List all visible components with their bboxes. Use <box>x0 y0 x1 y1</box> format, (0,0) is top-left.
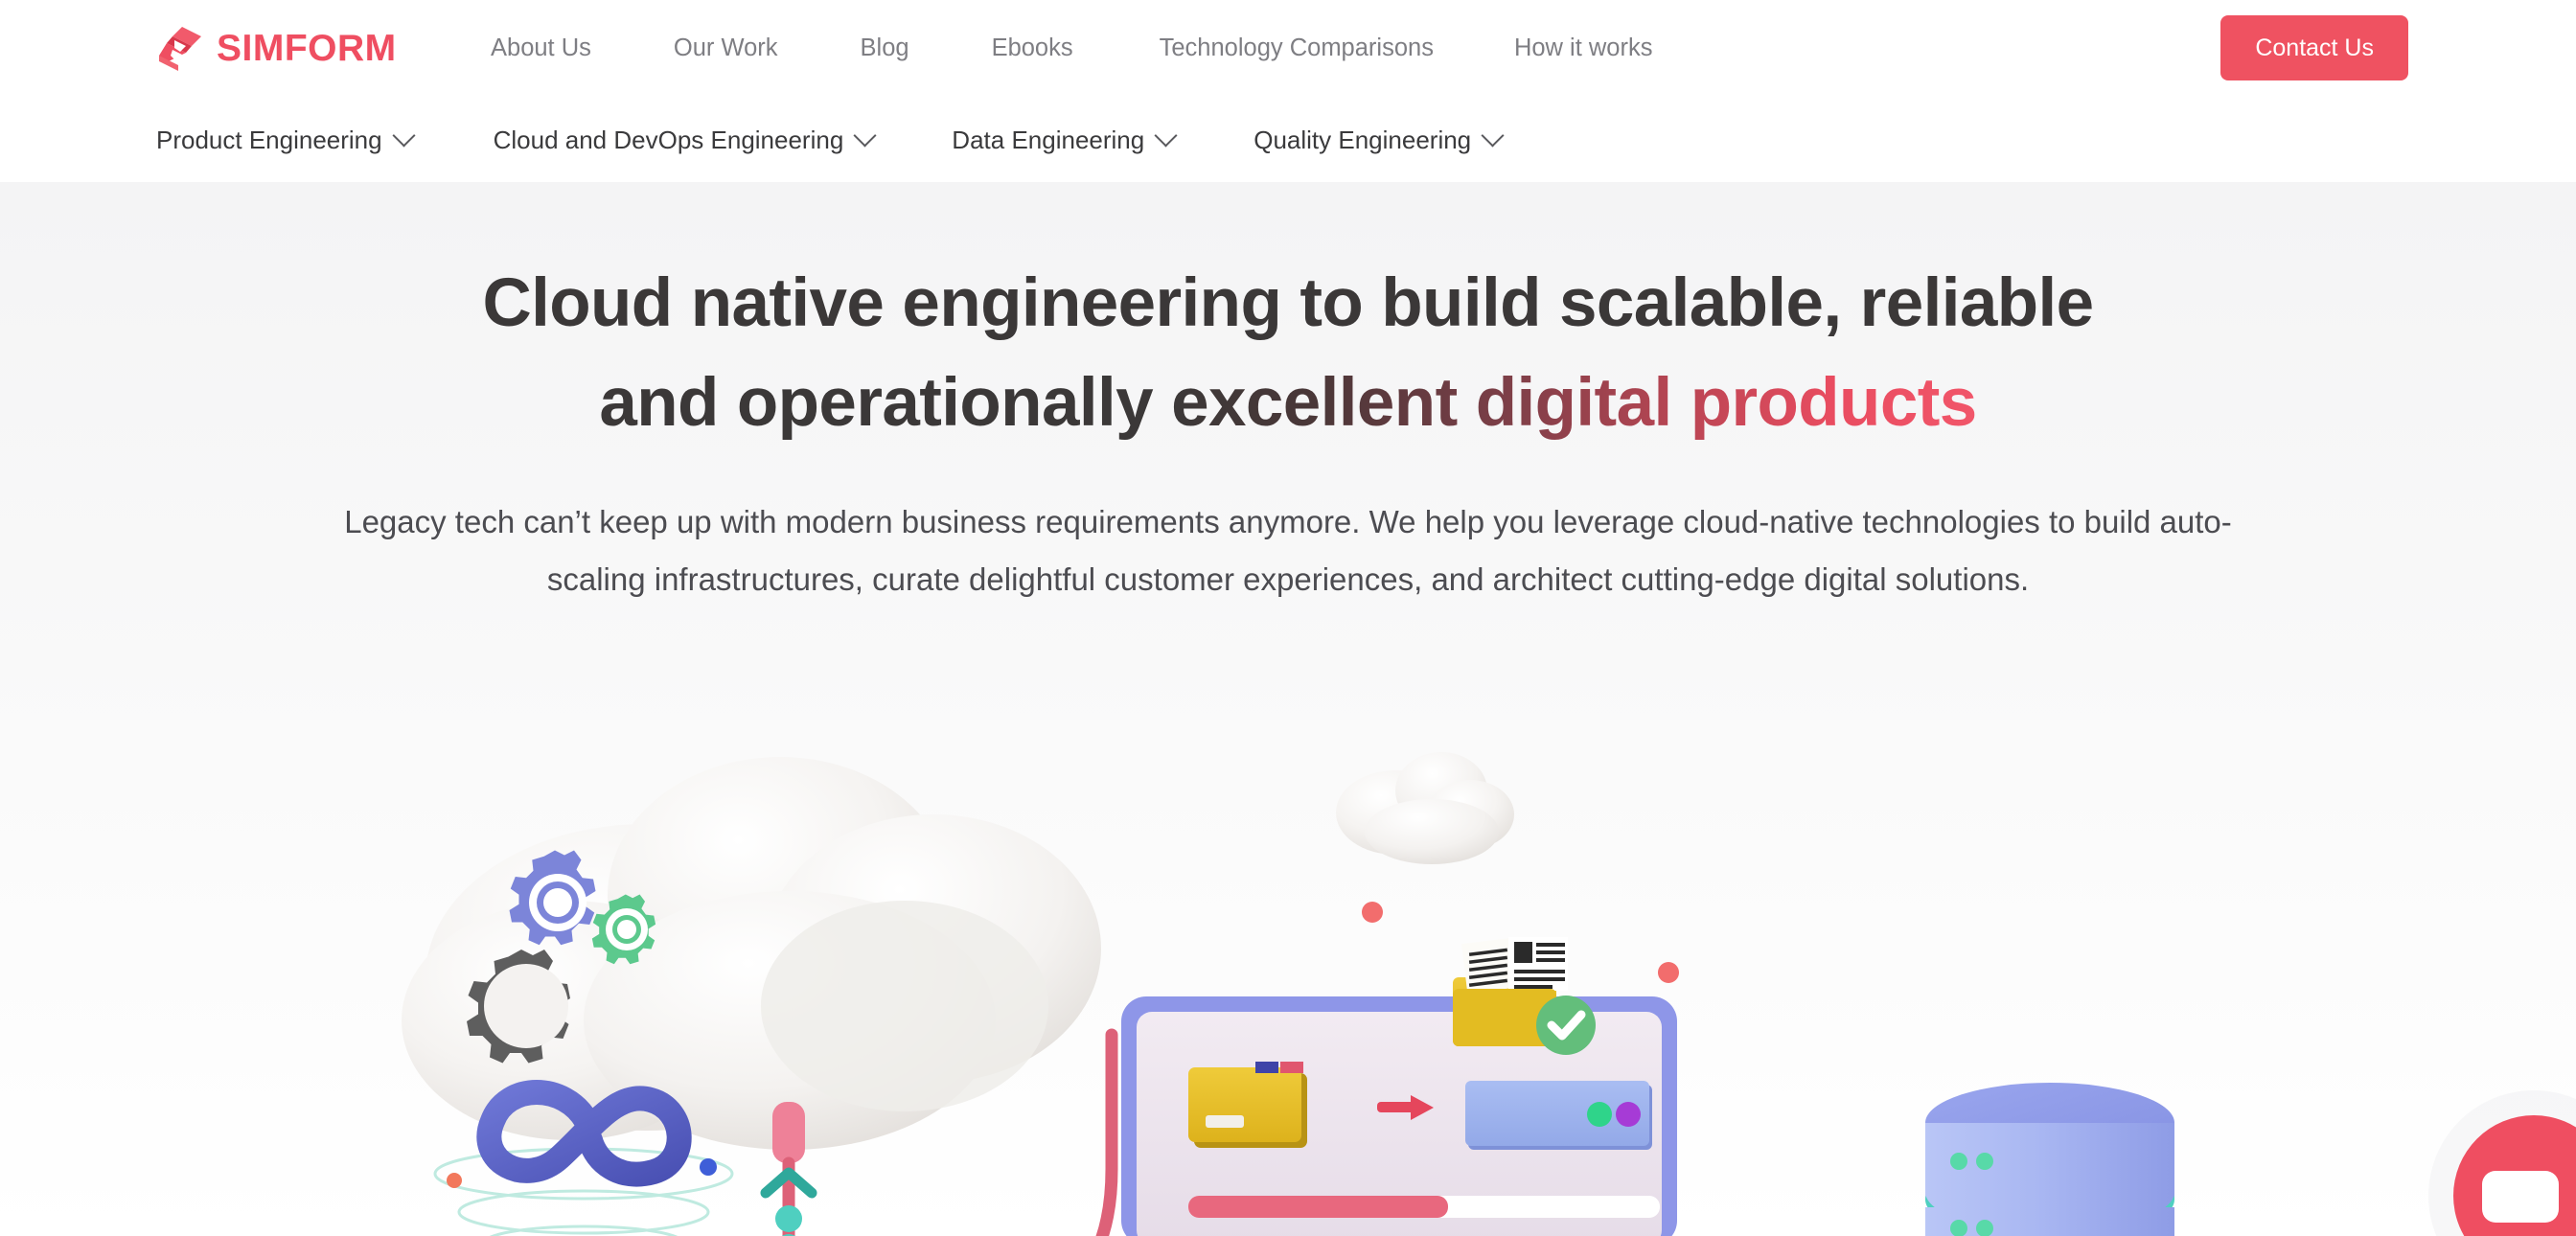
chat-support-button[interactable] <box>2453 1115 2576 1236</box>
nav-item-ebooks[interactable]: Ebooks <box>992 29 1073 68</box>
nav-item-blog[interactable]: Blog <box>861 29 909 68</box>
accent-dot-coral <box>1658 962 1679 983</box>
hero-section: Cloud native engineering to build scalab… <box>0 182 2576 1236</box>
progress-bar <box>1188 1196 1660 1218</box>
nav-item-about-us[interactable]: About Us <box>491 29 591 68</box>
document-pages <box>1461 937 1568 994</box>
subnav-label-quality-engineering: Quality Engineering <box>1254 125 1472 154</box>
hero-subtitle: Legacy tech can’t keep up with modern bu… <box>344 504 2232 597</box>
status-dot-purple <box>1616 1102 1641 1127</box>
contact-us-button[interactable]: Contact Us <box>2220 15 2408 80</box>
database-cylinder <box>1925 1083 2174 1236</box>
small-3d-cloud <box>1336 752 1514 864</box>
primary-nav-row: SIMFORM About Us Our Work Blog Ebooks Te… <box>0 0 2576 98</box>
chevron-down-icon <box>392 123 416 148</box>
primary-nav: About Us Our Work Blog Ebooks Technology… <box>491 29 1652 68</box>
tablet-screen-panel <box>1121 937 1677 1236</box>
subnav-label-data-engineering: Data Engineering <box>952 125 1145 154</box>
chat-bubble-icon <box>2482 1171 2559 1223</box>
chevron-down-icon <box>853 123 877 148</box>
page-title: Cloud native engineering to build scalab… <box>315 254 2261 453</box>
status-dot-green <box>1587 1102 1612 1127</box>
blue-bar <box>1465 1081 1652 1150</box>
page-root: SIMFORM About Us Our Work Blog Ebooks Te… <box>0 0 2576 1236</box>
subnav-item-data-engineering[interactable]: Data Engineering <box>952 123 1178 155</box>
subnav-item-quality-engineering[interactable]: Quality Engineering <box>1254 123 1505 155</box>
hero-heading-line-1: Cloud native engineering to build scalab… <box>482 265 2094 341</box>
chevron-down-icon <box>1154 123 1178 148</box>
site-header: SIMFORM About Us Our Work Blog Ebooks Te… <box>0 0 2576 182</box>
simform-ribbon-logo-icon <box>153 21 207 75</box>
brand-wordmark: SIMFORM <box>217 27 397 69</box>
documents-folder-with-check-badge <box>1453 937 1596 1055</box>
yellow-folder <box>1188 1062 1307 1148</box>
nav-item-technology-comparisons[interactable]: Technology Comparisons <box>1160 29 1434 68</box>
accent-dot-coral <box>1362 902 1383 923</box>
nav-item-our-work[interactable]: Our Work <box>674 29 778 68</box>
nav-item-how-it-works[interactable]: How it works <box>1514 29 1653 68</box>
subnav-label-product-engineering: Product Engineering <box>156 125 382 154</box>
brand-logo-link[interactable]: SIMFORM <box>153 21 397 75</box>
secondary-nav-row: Product Engineering Cloud and DevOps Eng… <box>0 98 2576 182</box>
hero-heading-highlight: excellent digital products <box>1171 365 1977 441</box>
chevron-down-icon <box>1481 123 1505 148</box>
subnav-item-cloud-devops-engineering[interactable]: Cloud and DevOps Engineering <box>493 123 877 155</box>
subnav-label-cloud-devops-engineering: Cloud and DevOps Engineering <box>493 125 844 154</box>
hero-heading-line-2-plain: and operationally <box>599 365 1172 441</box>
subnav-item-product-engineering[interactable]: Product Engineering <box>156 123 416 155</box>
cloud-native-engineering-illustration <box>330 690 2246 1236</box>
